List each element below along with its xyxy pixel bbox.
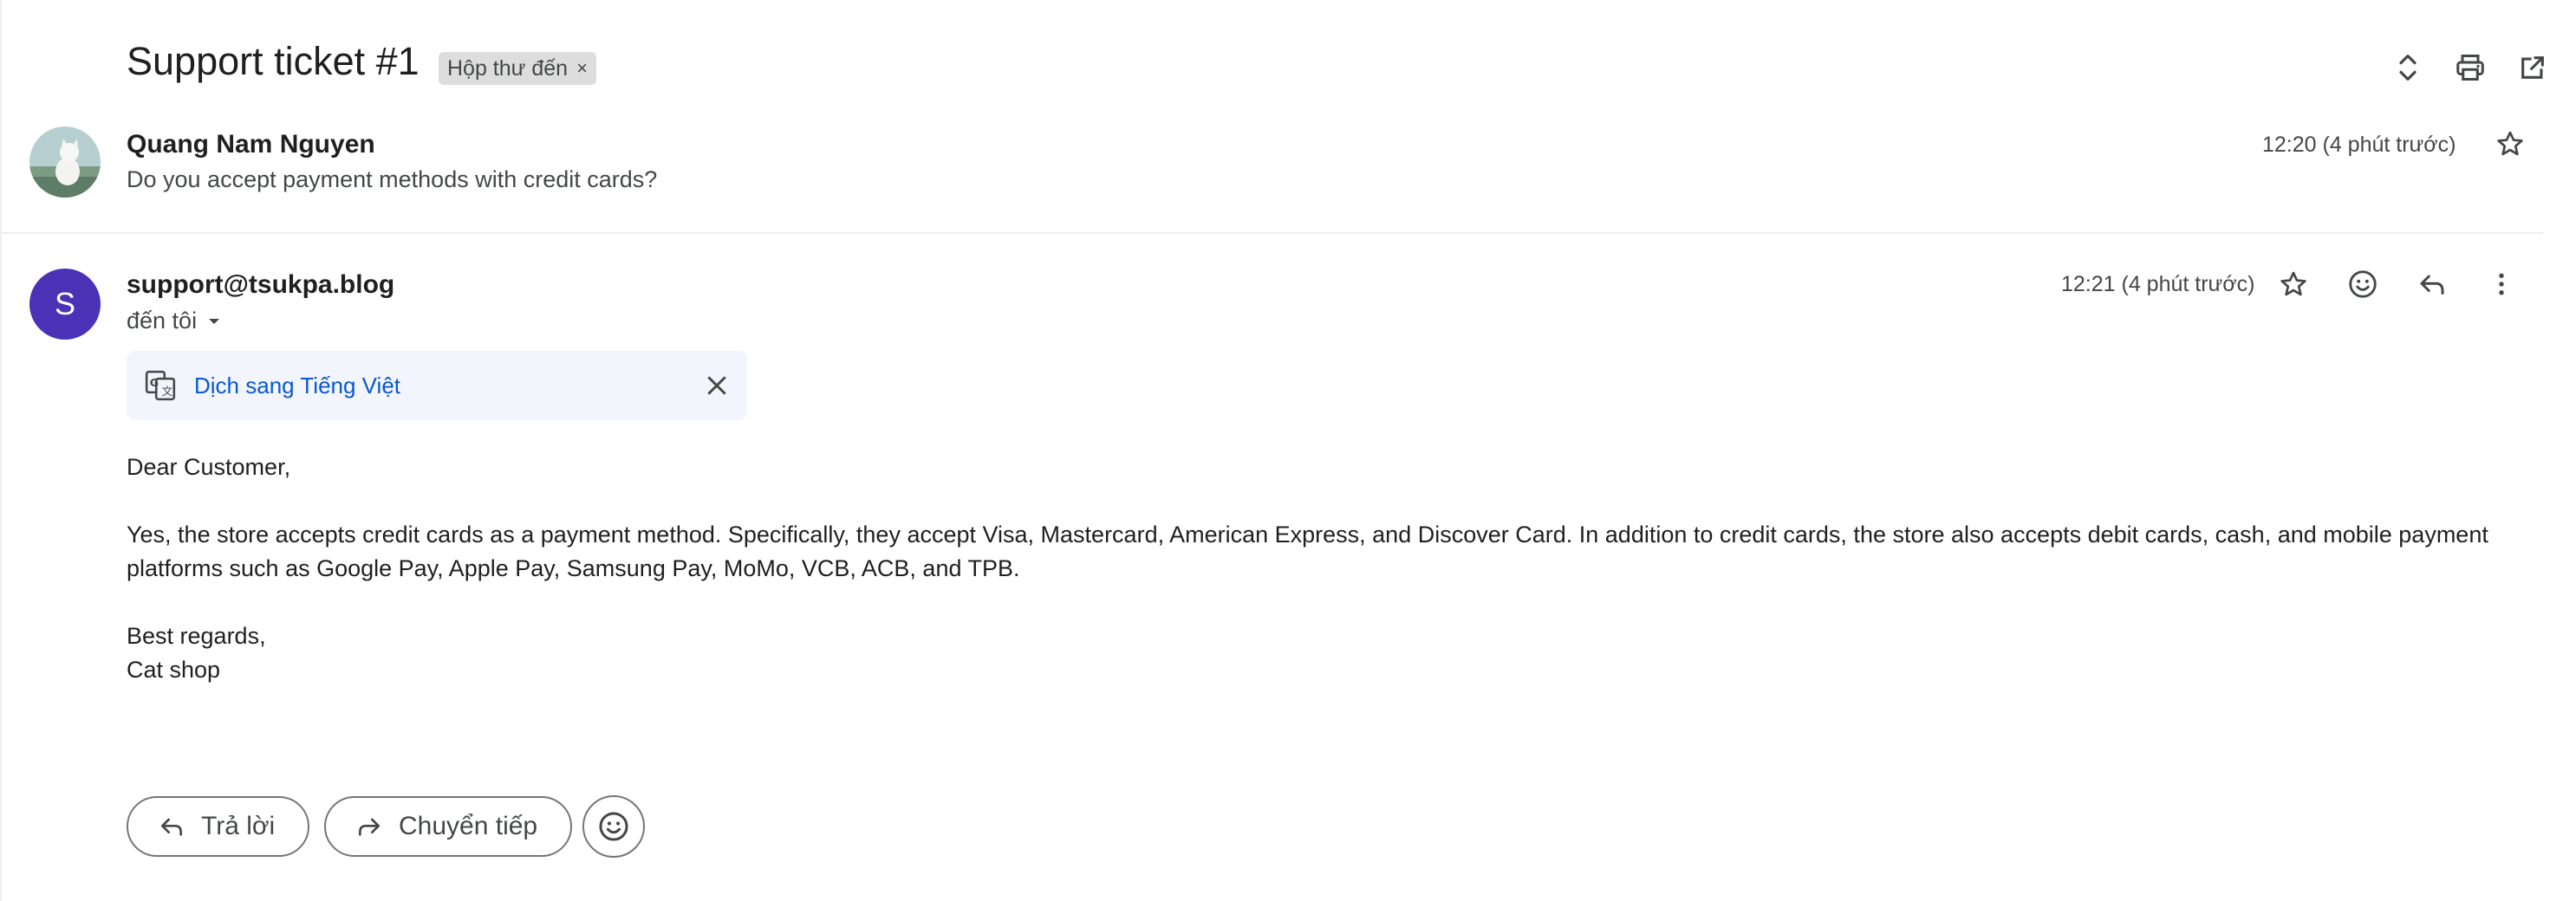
message-divider bbox=[0, 232, 2543, 234]
message-1-sender[interactable]: Quang Nam Nguyen bbox=[127, 130, 375, 159]
message-body: Dear Customer, Yes, the store accepts cr… bbox=[127, 450, 2536, 687]
sender-avatar-photo bbox=[29, 126, 101, 198]
print-icon[interactable] bbox=[2448, 45, 2493, 90]
inbox-label-chip[interactable]: Hộp thư đến × bbox=[439, 52, 596, 85]
svg-text:文: 文 bbox=[162, 385, 173, 398]
message-2-star-icon[interactable] bbox=[2271, 262, 2316, 307]
emoji-reaction-button[interactable] bbox=[582, 795, 645, 858]
forward-arrow-icon bbox=[355, 813, 383, 840]
left-border bbox=[0, 0, 2, 901]
recipient-text: đến tôi bbox=[127, 308, 198, 334]
open-in-new-window-icon[interactable] bbox=[2510, 45, 2555, 90]
more-options-icon[interactable] bbox=[2479, 262, 2524, 307]
label-text: Hộp thư đến bbox=[447, 55, 569, 81]
message-1-time: 12:20 (4 phút trước) bbox=[2262, 133, 2456, 157]
add-reaction-icon[interactable] bbox=[2340, 262, 2385, 307]
reply-button[interactable]: Trả lời bbox=[127, 796, 310, 857]
reply-icon[interactable] bbox=[2410, 262, 2455, 307]
message-1-star-icon[interactable] bbox=[2488, 121, 2533, 166]
forward-label: Chuyển tiếp bbox=[399, 812, 538, 840]
message-1-snippet[interactable]: Do you accept payment methods with credi… bbox=[127, 166, 657, 193]
sender-avatar: S bbox=[29, 269, 101, 340]
remove-label-button[interactable]: × bbox=[576, 57, 588, 80]
message-2-sender[interactable]: support@tsukpa.blog bbox=[127, 270, 394, 300]
translate-link[interactable]: Dịch sang Tiếng Việt bbox=[194, 373, 400, 399]
body-paragraph: Yes, the store accepts credit cards as a… bbox=[127, 522, 2488, 581]
svg-text:G: G bbox=[150, 376, 159, 389]
close-translate-icon[interactable] bbox=[704, 373, 730, 399]
translate-bar: G文 Dịch sang Tiếng Việt bbox=[127, 351, 747, 420]
expand-collapse-icon[interactable] bbox=[2385, 45, 2430, 90]
forward-button[interactable]: Chuyển tiếp bbox=[324, 796, 573, 857]
body-closing: Best regards, bbox=[127, 623, 266, 649]
message-2-time: 12:21 (4 phút trước) bbox=[2061, 272, 2255, 296]
reply-arrow-icon bbox=[158, 813, 185, 840]
reply-label: Trả lời bbox=[201, 812, 276, 840]
recipient-details[interactable]: đến tôi bbox=[127, 308, 223, 334]
thread-subject: Support ticket #1 bbox=[127, 39, 420, 83]
dropdown-arrow-icon[interactable] bbox=[205, 313, 223, 330]
body-signature: Cat shop bbox=[127, 657, 221, 683]
translate-icon: G文 bbox=[144, 369, 177, 402]
body-greeting: Dear Customer, bbox=[127, 454, 291, 480]
